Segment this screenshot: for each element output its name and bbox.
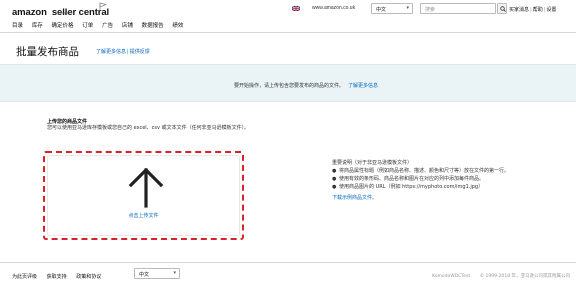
footer-right: KomodoWDCTest © 1999-2018 年，亚马逊公司或其附属公司 [432,273,570,279]
search-icon [500,6,506,12]
store-name: KomodoWDCTest [432,274,471,279]
settings-link[interactable]: 设置 [546,7,556,13]
help-link[interactable]: 帮助 [533,7,543,13]
footer-links: 为此页评级 获取支持 政策和协议 [12,273,109,280]
flag-icon[interactable] [99,2,107,12]
top-bar: amazon seller central europe www.amazon.… [0,0,576,18]
upload-file-link[interactable]: 点击上传文件 [48,212,239,219]
bullet: ● [332,176,337,182]
notes-item: ● 使用商品图片的 URL（例如 https://myphoto.com/img1… [332,183,532,191]
policies-link[interactable]: 政策和协议 [76,273,101,280]
banner-learn-more-link[interactable]: 了解更多信息 [348,83,378,89]
chevron-down-icon: ▾ [406,5,409,11]
notes-title: 重要说明（对于非亚马逊模板文件） [332,160,413,166]
marketplace-domain: www.amazon.co.uk [312,5,356,11]
buyer-messages-link[interactable]: 买家消息 [509,7,529,13]
dropzone-inner[interactable]: 点击上传文件 [47,155,240,236]
page-title: 批量发布商品 [16,46,79,58]
nav-divider [0,32,576,33]
nav-item-performance[interactable]: 绩效 [172,21,183,29]
nav-item-stores[interactable]: 店铺 [122,21,133,29]
chevron-down-icon: ▾ [173,270,176,276]
nav-item-catalog[interactable]: 目录 [12,21,23,29]
search-button[interactable] [497,3,507,14]
notes-item-text: 将商品属性标题（例如商品名称、描述、颜色和尺寸等）放在文件的第一行。 [339,168,510,174]
language-select-value: 中文 [376,7,387,13]
language-select[interactable]: 中文 ▾ [371,3,413,14]
notes-item-text: 使用有效的条形码、商品名称和图片在对应的列中添加每件商品。 [339,176,485,182]
footer-language-select[interactable]: 中文 ▾ [134,268,180,279]
logo-main-text: amazon [12,7,47,18]
nav-item-inventory[interactable]: 库存 [32,21,43,29]
rate-page-link[interactable]: 为此页评级 [12,273,37,280]
info-banner-content: 要开始操作，请上传包含您要发布的商品的文件。 了解更多信息 [0,82,576,89]
copyright-text: © 1999-2018 年，亚马逊公司或其附属公司 [479,274,570,279]
nav-item-advertising[interactable]: 广告 [102,21,113,29]
notes-item-text: 使用商品图片的 URL（例如 https://myphoto.com/img1.… [339,184,484,190]
amazon-seller-central-logo[interactable]: amazon seller central europe [12,2,109,18]
bullet: ● [332,184,337,190]
feedback-link[interactable]: 提供反馈 [130,49,150,55]
footer-divider [0,262,576,263]
learn-more-link[interactable]: 了解更多信息 [96,49,126,55]
main-nav: 目录 库存 确定价格 订单 广告 店铺 数据报告 绩效 [12,21,190,31]
download-sample-file-link[interactable]: 下载示例商品文件。 [332,194,532,202]
nav-item-pricing[interactable]: 确定价格 [52,21,74,29]
search-input[interactable]: 搜索 [420,3,496,14]
uk-flag-icon [292,6,300,11]
file-upload-dropzone[interactable]: 点击上传文件 [43,151,244,240]
important-notes: 重要说明（对于非亚马逊模板文件） ● 将商品属性标题（例如商品名称、描述、颜色和尺… [332,159,532,202]
footer-language-value: 中文 [139,272,150,278]
top-links: 买家消息|帮助|设置 [509,6,556,13]
notes-item: ● 使用有效的条形码、商品名称和图片在对应的列中添加每件商品。 [332,175,532,183]
upload-heading: 上传您的商品文件 [47,119,88,125]
arrow-up-icon [128,167,164,208]
info-banner-text: 要开始操作，请上传包含您要发布的商品的文件。 [233,83,344,89]
upload-description: 您可以使用亚马逊库存模板或您自己的 excel、csv 或文本文件（任何非亚马逊… [47,125,250,131]
notes-item: ● 将商品属性标题（例如商品名称、描述、颜色和尺寸等）放在文件的第一行。 [332,167,532,175]
nav-item-reports[interactable]: 数据报告 [142,21,164,29]
nav-item-orders[interactable]: 订单 [82,21,93,29]
get-support-link[interactable]: 获取支持 [47,273,67,280]
logo-region-text: europe [58,11,69,15]
title-links: 了解更多信息|提供反馈 [96,48,150,55]
bullet: ● [332,168,337,174]
page: amazon seller central europe www.amazon.… [0,0,576,290]
info-banner: 要开始操作，请上传包含您要发布的商品的文件。 了解更多信息 [0,64,576,102]
